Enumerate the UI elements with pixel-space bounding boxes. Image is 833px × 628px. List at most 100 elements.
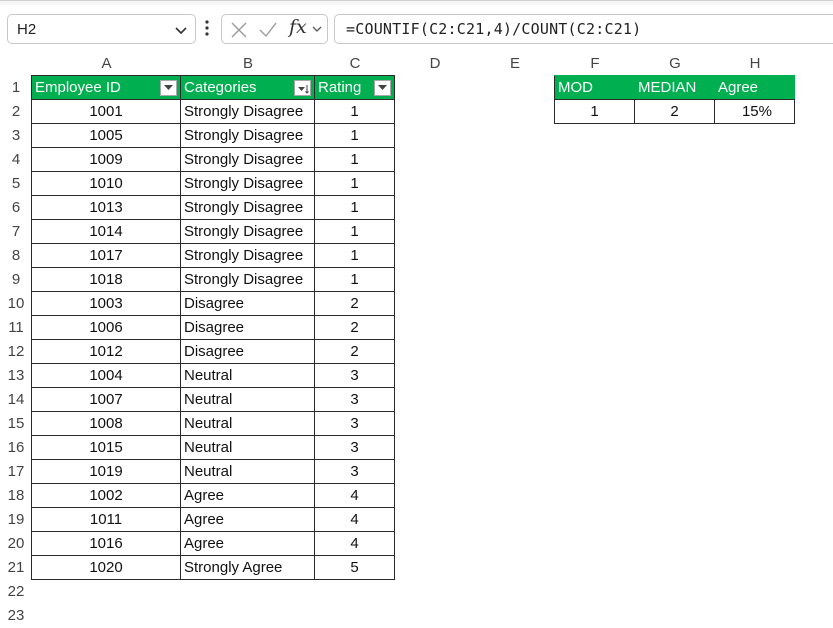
row-header-9[interactable]: 9 [0, 268, 32, 292]
row-header-3[interactable]: 3 [0, 124, 32, 148]
chevron-down-icon[interactable] [311, 23, 323, 35]
column-header-d[interactable]: D [395, 52, 475, 76]
cell-rating[interactable]: 2 [315, 340, 395, 364]
cell-category[interactable]: Agree [181, 508, 315, 532]
cell-rating[interactable]: 4 [315, 532, 395, 556]
cell-rating[interactable]: 1 [315, 148, 395, 172]
row-header-22[interactable]: 22 [0, 580, 32, 604]
formula-bar[interactable]: =COUNTIF(C2:C21,4)/COUNT(C2:C21) [334, 14, 833, 44]
cell-rating[interactable]: 1 [315, 196, 395, 220]
row-header-12[interactable]: 12 [0, 340, 32, 364]
column-header-f[interactable]: F [555, 52, 635, 76]
row-header-10[interactable]: 10 [0, 292, 32, 316]
cell-rating[interactable]: 2 [315, 316, 395, 340]
cell-employee-id[interactable]: 1011 [32, 508, 181, 532]
sort-filter-icon[interactable] [294, 80, 311, 96]
cell-employee-id[interactable]: 1018 [32, 268, 181, 292]
row-header-1[interactable]: 1 [0, 76, 32, 100]
cell-category[interactable]: Strongly Disagree [181, 124, 315, 148]
summary-header-mod[interactable]: MOD [555, 76, 635, 100]
cell-employee-id[interactable]: 1020 [32, 556, 181, 580]
cell-employee-id[interactable]: 1007 [32, 388, 181, 412]
summary-header-agree[interactable]: Agree [715, 76, 795, 100]
column-header-e[interactable]: E [475, 52, 555, 76]
cell-rating[interactable]: 3 [315, 460, 395, 484]
cell-employee-id[interactable]: 1017 [32, 244, 181, 268]
summary-value-agree[interactable]: 15% [715, 100, 795, 124]
cell-employee-id[interactable]: 1008 [32, 412, 181, 436]
cell-employee-id[interactable]: 1004 [32, 364, 181, 388]
column-header-b[interactable]: B [181, 52, 315, 76]
row-header-20[interactable]: 20 [0, 532, 32, 556]
name-box[interactable]: H2 [7, 14, 196, 44]
cell-employee-id[interactable]: 1012 [32, 340, 181, 364]
name-box-value[interactable]: H2 [17, 21, 36, 38]
cell-rating[interactable]: 3 [315, 436, 395, 460]
column-header-a[interactable]: A [32, 52, 181, 76]
row-header-19[interactable]: 19 [0, 508, 32, 532]
cell-employee-id[interactable]: 1003 [32, 292, 181, 316]
cell-employee-id[interactable]: 1005 [32, 124, 181, 148]
row-header-14[interactable]: 14 [0, 388, 32, 412]
cell-employee-id[interactable]: 1009 [32, 148, 181, 172]
filter-arrow-icon[interactable] [160, 80, 177, 96]
summary-value-mod[interactable]: 1 [555, 100, 635, 124]
chevron-down-icon[interactable] [173, 22, 189, 38]
cell-employee-id[interactable]: 1002 [32, 484, 181, 508]
checkmark-icon[interactable] [258, 21, 278, 39]
row-header-21[interactable]: 21 [0, 556, 32, 580]
cell-rating[interactable]: 1 [315, 172, 395, 196]
column-header-h[interactable]: H [715, 52, 795, 76]
row-header-18[interactable]: 18 [0, 484, 32, 508]
row-header-13[interactable]: 13 [0, 364, 32, 388]
cell-category[interactable]: Strongly Disagree [181, 244, 315, 268]
row-header-8[interactable]: 8 [0, 244, 32, 268]
filter-arrow-icon[interactable] [374, 80, 391, 96]
cell-employee-id[interactable]: 1001 [32, 100, 181, 124]
table-header-categories[interactable]: Categories [181, 76, 315, 100]
column-header-g[interactable]: G [635, 52, 715, 76]
fx-icon[interactable]: fx [289, 16, 307, 38]
more-vert-icon[interactable] [205, 18, 209, 38]
row-header-11[interactable]: 11 [0, 316, 32, 340]
row-header-16[interactable]: 16 [0, 436, 32, 460]
cell-category[interactable]: Agree [181, 484, 315, 508]
close-icon[interactable] [230, 21, 248, 39]
cell-category[interactable]: Neutral [181, 460, 315, 484]
cell-category[interactable]: Strongly Disagree [181, 100, 315, 124]
summary-value-median[interactable]: 2 [635, 100, 715, 124]
cell-employee-id[interactable]: 1014 [32, 220, 181, 244]
select-all-corner[interactable] [0, 52, 32, 76]
cell-rating[interactable]: 5 [315, 556, 395, 580]
cell-rating[interactable]: 2 [315, 292, 395, 316]
cell-category[interactable]: Strongly Disagree [181, 172, 315, 196]
row-header-2[interactable]: 2 [0, 100, 32, 124]
cell-category[interactable]: Disagree [181, 292, 315, 316]
cell-employee-id[interactable]: 1019 [32, 460, 181, 484]
row-header-17[interactable]: 17 [0, 460, 32, 484]
cell-category[interactable]: Strongly Disagree [181, 220, 315, 244]
cell-rating[interactable]: 3 [315, 364, 395, 388]
row-header-15[interactable]: 15 [0, 412, 32, 436]
cell-employee-id[interactable]: 1006 [32, 316, 181, 340]
cell-rating[interactable]: 1 [315, 100, 395, 124]
cell-category[interactable]: Strongly Agree [181, 556, 315, 580]
cell-rating[interactable]: 1 [315, 124, 395, 148]
cell-category[interactable]: Strongly Disagree [181, 196, 315, 220]
row-header-23[interactable]: 23 [0, 604, 32, 628]
cell-category[interactable]: Disagree [181, 340, 315, 364]
cell-category[interactable]: Neutral [181, 388, 315, 412]
column-header-c[interactable]: C [315, 52, 395, 76]
cell-rating[interactable]: 1 [315, 244, 395, 268]
row-header-5[interactable]: 5 [0, 172, 32, 196]
table-header-rating[interactable]: Rating [315, 76, 395, 100]
cell-rating[interactable]: 3 [315, 388, 395, 412]
cell-rating[interactable]: 1 [315, 220, 395, 244]
cell-rating[interactable]: 1 [315, 268, 395, 292]
cell-rating[interactable]: 4 [315, 484, 395, 508]
cell-category[interactable]: Neutral [181, 436, 315, 460]
row-header-4[interactable]: 4 [0, 148, 32, 172]
cell-category[interactable]: Agree [181, 532, 315, 556]
cell-employee-id[interactable]: 1016 [32, 532, 181, 556]
formula-text[interactable]: =COUNTIF(C2:C21,4)/COUNT(C2:C21) [346, 20, 641, 38]
